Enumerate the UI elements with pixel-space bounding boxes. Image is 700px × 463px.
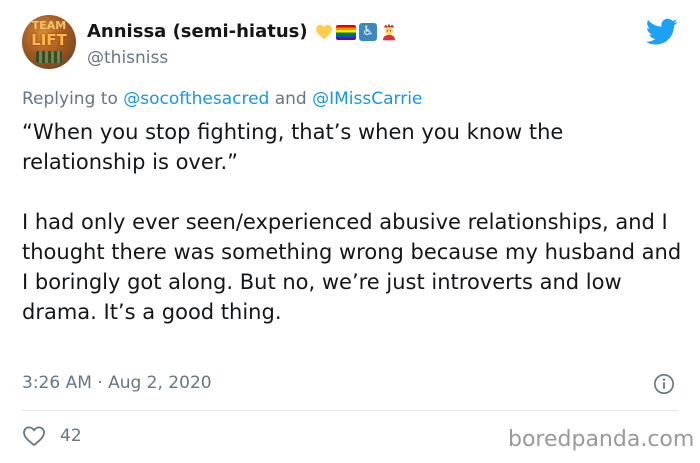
divider — [22, 410, 678, 411]
avatar-decoration — [36, 51, 62, 63]
mention-link-imisscarrie[interactable]: @IMissCarrie — [312, 89, 422, 109]
person-icon — [383, 23, 395, 41]
reply-prefix: Replying to — [22, 89, 118, 109]
yellow-heart-icon — [316, 24, 332, 40]
tweet-text: “When you stop fighting, that’s when you… — [22, 117, 682, 327]
replying-to-line: Replying to @socofthesacred and @IMissCa… — [22, 87, 422, 111]
heart-outline-icon[interactable] — [22, 425, 46, 447]
wheelchair-accessibility-icon: ♿ — [359, 23, 377, 41]
avatar-text-mid: LIFT — [31, 31, 67, 49]
mention-link-socofthesacred[interactable]: @socofthesacred — [123, 89, 269, 109]
reply-joiner: and — [274, 89, 307, 109]
author-display-name[interactable]: Annissa (semi-hiatus) — [87, 20, 308, 44]
tweet-timestamp[interactable]: 3:26 AM · Aug 2, 2020 — [22, 372, 212, 394]
name-emojis: ♿ — [315, 22, 398, 42]
watermark: boredpanda.com — [508, 427, 695, 452]
tweet-paragraph-body: I had only ever seen/experienced abusive… — [22, 210, 682, 324]
author-handle[interactable]: @thisniss — [87, 47, 168, 69]
twitter-bird-icon[interactable] — [646, 18, 678, 46]
avatar[interactable]: TEAM LIFT — [22, 15, 76, 69]
rainbow-flag-icon — [336, 24, 356, 40]
like-count: 42 — [60, 426, 82, 446]
info-icon[interactable] — [653, 373, 675, 395]
tweet-paragraph-quote: “When you stop fighting, that’s when you… — [22, 120, 564, 174]
